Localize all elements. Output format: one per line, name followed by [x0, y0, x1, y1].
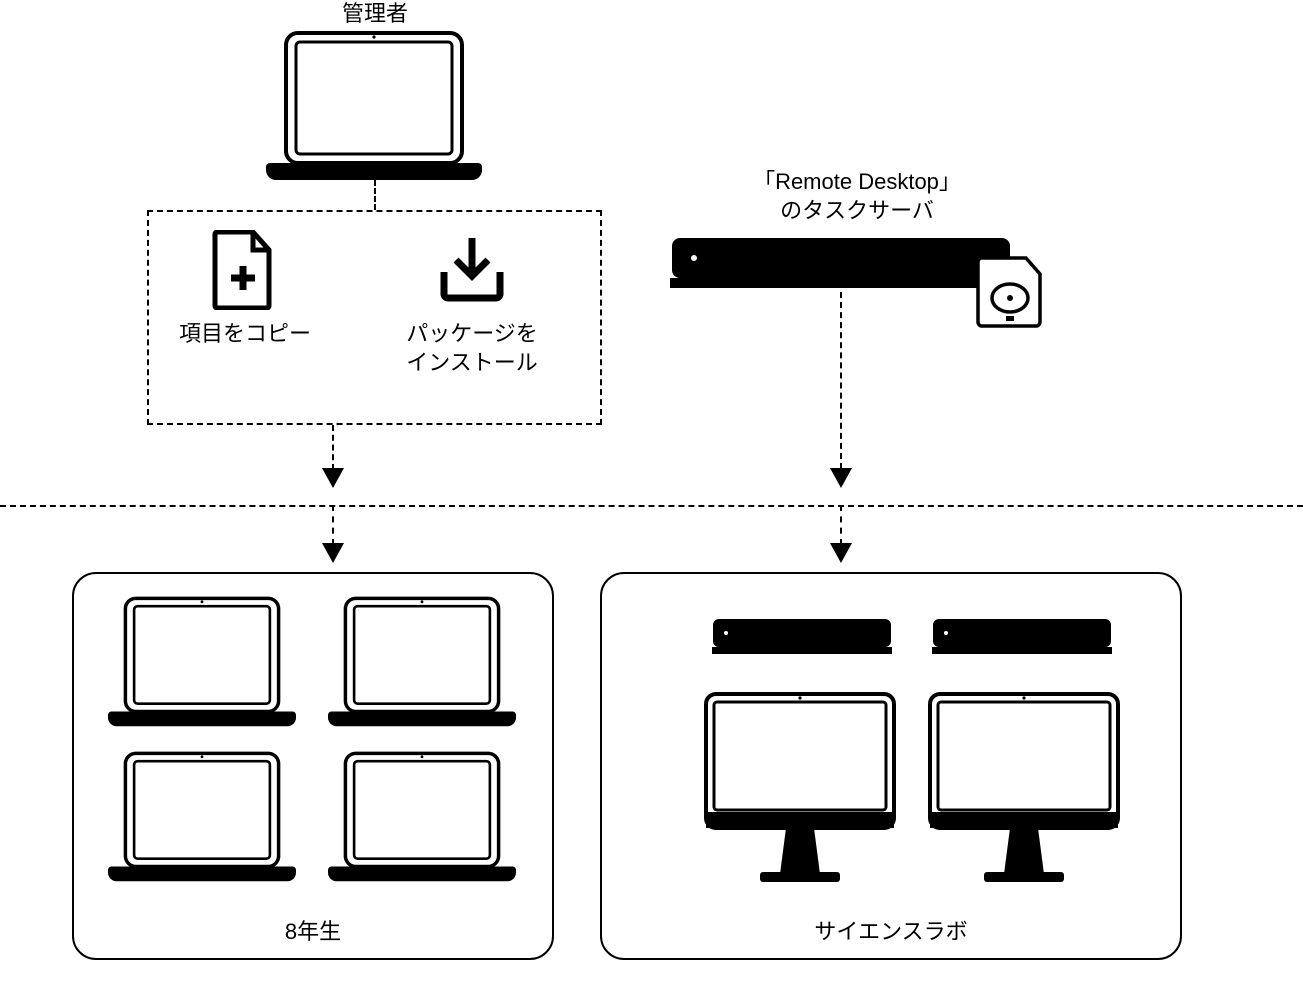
remote-desktop-label: 「Remote Desktop」 のタスクサーバ	[727, 168, 987, 225]
science-lab-label: サイエンスラボ	[600, 918, 1182, 947]
laptop-icon	[108, 750, 296, 882]
laptop-icon	[328, 595, 516, 727]
server-small-icon	[932, 618, 1112, 656]
divider-line	[0, 505, 1303, 507]
file-plus-icon	[211, 230, 275, 310]
admin-label: 管理者	[280, 0, 470, 29]
server-icon	[670, 236, 1012, 292]
server-small-icon	[712, 618, 892, 656]
copy-items-label: 項目をコピー	[155, 320, 335, 349]
desktop-icon	[924, 690, 1124, 886]
download-icon	[436, 232, 508, 304]
disk-icon	[976, 254, 1044, 328]
laptop-icon	[328, 750, 516, 882]
desktop-icon	[700, 690, 900, 886]
laptop-icon	[108, 595, 296, 727]
install-packages-label: パッケージを インストール	[382, 320, 562, 377]
laptop-icon	[266, 30, 482, 180]
grade8-label: 8年生	[72, 918, 554, 947]
